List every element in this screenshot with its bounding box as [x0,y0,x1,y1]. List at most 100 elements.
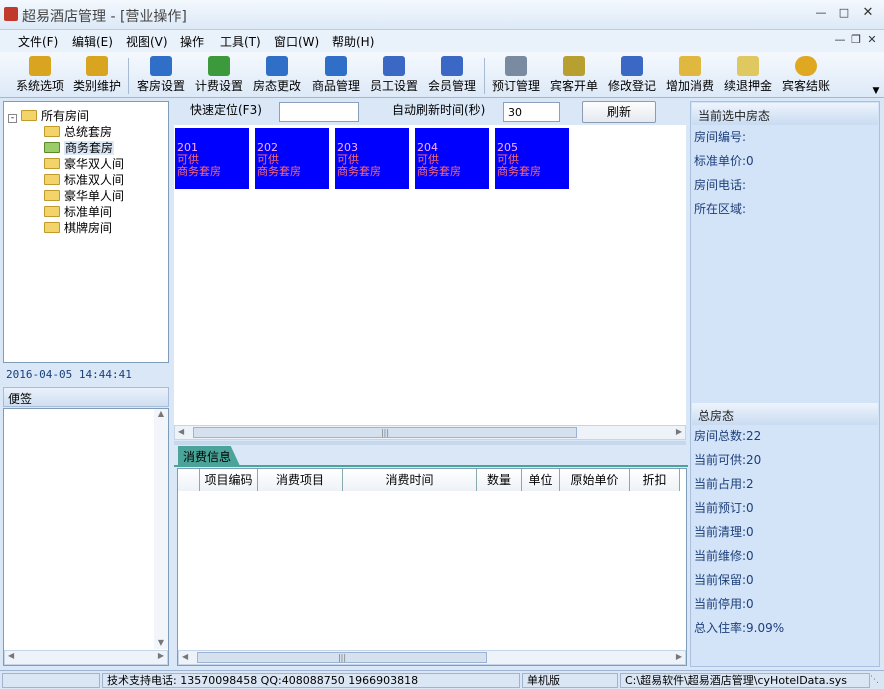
bed-icon [325,56,347,76]
room-tree: - 所有房间 总统套房 商务套房 豪华双人间 标准双人间 豪华单人间 标准单间 棋… [3,101,169,363]
toolbar-button-members[interactable]: 会员管理 [424,54,480,96]
scroll-thumb[interactable]: ||| [193,427,577,438]
room-number-label: 房间编号: [694,130,747,144]
tree-item-deluxe-single[interactable]: 豪华单人间 [44,187,124,203]
column-header-price[interactable]: 原始单价 [560,469,630,491]
tab-consume-info[interactable]: 消费信息 [178,446,240,466]
column-header-code[interactable]: 项目编码 [200,469,258,491]
tree-item-business[interactable]: 商务套房 [44,139,115,155]
toolbar-button-system-options[interactable]: 系统选项 [12,54,68,96]
room-card[interactable]: 203 可供 商务套房 [335,128,409,189]
app-icon [4,7,18,21]
tree-item-chess-room[interactable]: 棋牌房间 [44,219,112,235]
column-header-qty[interactable]: 数量 [477,469,522,491]
toolbar-button-reservations[interactable]: 预订管理 [488,54,544,96]
toolbar-button-billing-settings[interactable]: 计费设置 [191,54,247,96]
child-restore-icon[interactable]: ❐ [848,33,864,47]
toolbar-button-staff[interactable]: 员工设置 [366,54,422,96]
resize-grip-icon[interactable]: ⋱ [870,675,882,687]
status-support: 技术支持电话: 13570098458 QQ:408088750 1966903… [102,673,520,688]
summary-cleaning: 当前清理:0 [694,525,754,539]
scroll-thumb[interactable]: ||| [197,652,487,663]
room-card[interactable]: 205 可供 商务套房 [495,128,569,189]
key-icon [86,56,108,76]
toolbar-button-add-consumption[interactable]: 增加消费 [662,54,718,96]
room-grid-hscrollbar[interactable]: ◀ ||| ▶ [174,425,686,440]
menu-bar: 文件(F) 编辑(E) 视图(V) 操作 工具(T) 窗口(W) 帮助(H) —… [0,30,884,52]
menu-view[interactable]: 视图(V) [126,33,168,50]
current-room-title: 当前选中房态 [698,109,771,123]
user-icon [441,56,463,76]
summary-title: 总房态 [698,409,735,423]
window-title: 超易酒店管理 - [营业操作] [22,9,187,25]
minimize-icon[interactable]: — [813,6,829,20]
toolbar-button-checkout[interactable]: 宾客结账 [778,54,834,96]
status-edition: 单机版 [522,673,618,688]
datetime-display: 2016-04-05 14:44:41 [6,368,132,381]
folder-icon [44,174,60,185]
toolbar-button-goods[interactable]: 商品管理 [308,54,364,96]
box-icon [563,56,585,76]
room-card[interactable]: 204 可供 商务套房 [415,128,489,189]
toolbar-button-room-settings[interactable]: 客房设置 [133,54,189,96]
phone-icon [505,56,527,76]
user-icon [383,56,405,76]
refresh-time-input[interactable] [503,102,560,122]
column-header-item[interactable]: 消费项目 [258,469,343,491]
maximize-icon[interactable]: □ [836,6,852,20]
title-bar: 超易酒店管理 - [营业操作] — □ ✕ [0,0,884,30]
tree-item-presidential[interactable]: 总统套房 [44,123,112,139]
tree-item-standard-double[interactable]: 标准双人间 [44,171,124,187]
refresh-button[interactable]: 刷新 [582,101,656,123]
child-minimize-icon[interactable]: — [832,33,848,47]
summary-occupied: 当前占用:2 [694,477,754,491]
menu-tools[interactable]: 工具(T) [220,33,261,50]
notes-header: 便签 [3,387,169,407]
column-header-unit[interactable]: 单位 [522,469,560,491]
collapse-icon[interactable]: - [8,114,17,123]
splitter[interactable] [174,441,686,445]
room-area-label: 所在区域: [694,202,747,216]
toolbar-button-category[interactable]: 类别维护 [69,54,125,96]
toolbar: 系统选项 类别维护 客房设置 计费设置 房态更改 商品管理 员工设置 会员管理 … [0,52,884,98]
toolbar-button-check-in[interactable]: 宾客开单 [546,54,602,96]
toolbar-button-deposit[interactable]: 续退押金 [720,54,776,96]
toolbar-button-modify-registration[interactable]: 修改登记 [604,54,660,96]
tree-item-standard-single[interactable]: 标准单间 [44,203,112,219]
column-header-discount[interactable]: 折扣 [630,469,680,491]
quick-locate-input[interactable] [279,102,359,122]
tab-strip-line [174,465,688,467]
tree-item-deluxe-double[interactable]: 豪华双人间 [44,155,124,171]
summary-disabled: 当前停用:0 [694,597,754,611]
menu-operate[interactable]: 操作 [180,33,204,50]
summary-total: 房间总数:22 [694,429,762,443]
tree-root[interactable]: - 所有房间 [8,107,89,123]
refresh-time-label: 自动刷新时间(秒) [392,103,486,117]
folder-icon [44,158,60,169]
column-header-time[interactable]: 消费时间 [343,469,477,491]
consume-hscrollbar[interactable]: ◀ ||| ▶ [178,650,686,665]
room-phone-label: 房间电话: [694,178,747,192]
close-icon[interactable]: ✕ [860,6,876,20]
toolbar-button-room-status[interactable]: 房态更改 [249,54,305,96]
notes-scrollbar[interactable]: ▲ ▼ [154,409,168,649]
notes-hscrollbar[interactable]: ◀ ▶ [4,650,168,665]
edit-user-icon [621,56,643,76]
menu-edit[interactable]: 编辑(E) [72,33,113,50]
summary-reserved: 当前预订:0 [694,501,754,515]
notes-textarea[interactable]: ▲ ▼ ◀ ▶ [3,408,169,666]
menu-help[interactable]: 帮助(H) [332,33,374,50]
calculator-icon [208,56,230,76]
folder-open-icon [21,110,37,121]
folder-icon [44,222,60,233]
menu-window[interactable]: 窗口(W) [274,33,319,50]
key-icon [29,56,51,76]
quick-locate-label: 快速定位(F3) [190,103,262,117]
summary-available: 当前可供:20 [694,453,762,467]
child-close-icon[interactable]: ✕ [864,33,880,47]
toolbar-overflow-icon[interactable]: ▼ [870,56,882,96]
room-card[interactable]: 201 可供 商务套房 [175,128,249,189]
menu-file[interactable]: 文件(F) [18,33,58,50]
room-card[interactable]: 202 可供 商务套房 [255,128,329,189]
coin-icon [795,56,817,76]
